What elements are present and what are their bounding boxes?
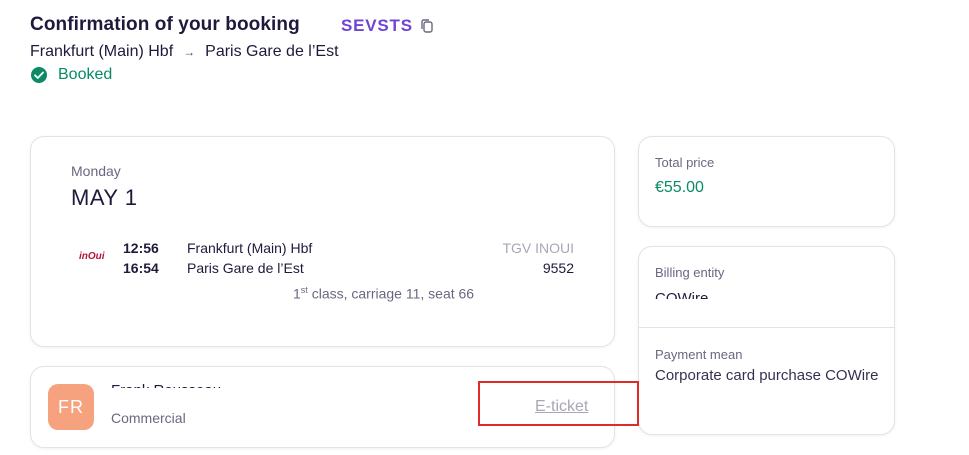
destination-station: Paris Gare de l’Est [205,43,339,60]
seat-info: 1st class, carriage 11, seat 66 [293,285,474,302]
trip-day: Monday [71,163,121,179]
billing-entity-label: Billing entity [655,265,725,280]
price-value: €55.00 [655,179,704,196]
check-circle-icon [31,67,47,83]
operator-name: TGV INOUI [502,240,574,256]
trip-times: 12:56 16:54 [123,238,159,278]
class-suffix: st [300,285,308,295]
departure-station: Frankfurt (Main) Hbf [187,240,313,256]
class-ordinal: 1 [293,285,301,302]
seat-details: class, carriage 11, seat 66 [307,285,475,302]
billing-card: Billing entity COWire Payment mean Corpo… [638,246,895,435]
trip-card: Monday MAY 1 inOui 12:56 16:54 Frankfurt… [30,136,615,347]
passenger-name: Frank Rousseau [111,380,221,388]
avatar: FR [48,384,94,430]
passenger-role: Commercial [111,410,186,426]
arrival-station: Paris Gare de l’Est [187,260,304,276]
origin-station: Frankfurt (Main) Hbf [30,43,174,60]
copy-icon[interactable] [420,18,434,34]
divider [639,327,894,328]
payment-mean-label: Payment mean [655,347,743,362]
route-summary: Frankfurt (Main) Hbf → Paris Gare de l’E… [30,43,339,61]
arrow-right-icon: → [183,45,196,59]
payment-mean-value: Corporate card purchase COWire [655,367,879,384]
price-label: Total price [655,155,715,170]
departure-time: 12:56 [123,240,159,256]
arrival-time: 16:54 [123,260,159,276]
status-badge: Booked [30,66,112,84]
trip-stations: Frankfurt (Main) Hbf Paris Gare de l’Est [187,238,312,278]
train-operator: TGV INOUI 9552 [502,238,574,278]
status-text: Booked [58,66,113,83]
booking-reference: SEVSTS [341,16,413,35]
train-number: 9552 [542,260,574,276]
highlight-box [478,381,639,426]
page-title: Confirmation of your booking [30,14,300,35]
trip-date: MAY 1 [71,185,138,210]
inoui-logo-icon: inOui [79,251,105,262]
billing-entity-value: COWire [655,290,709,299]
price-card: Total price €55.00 [638,136,895,227]
